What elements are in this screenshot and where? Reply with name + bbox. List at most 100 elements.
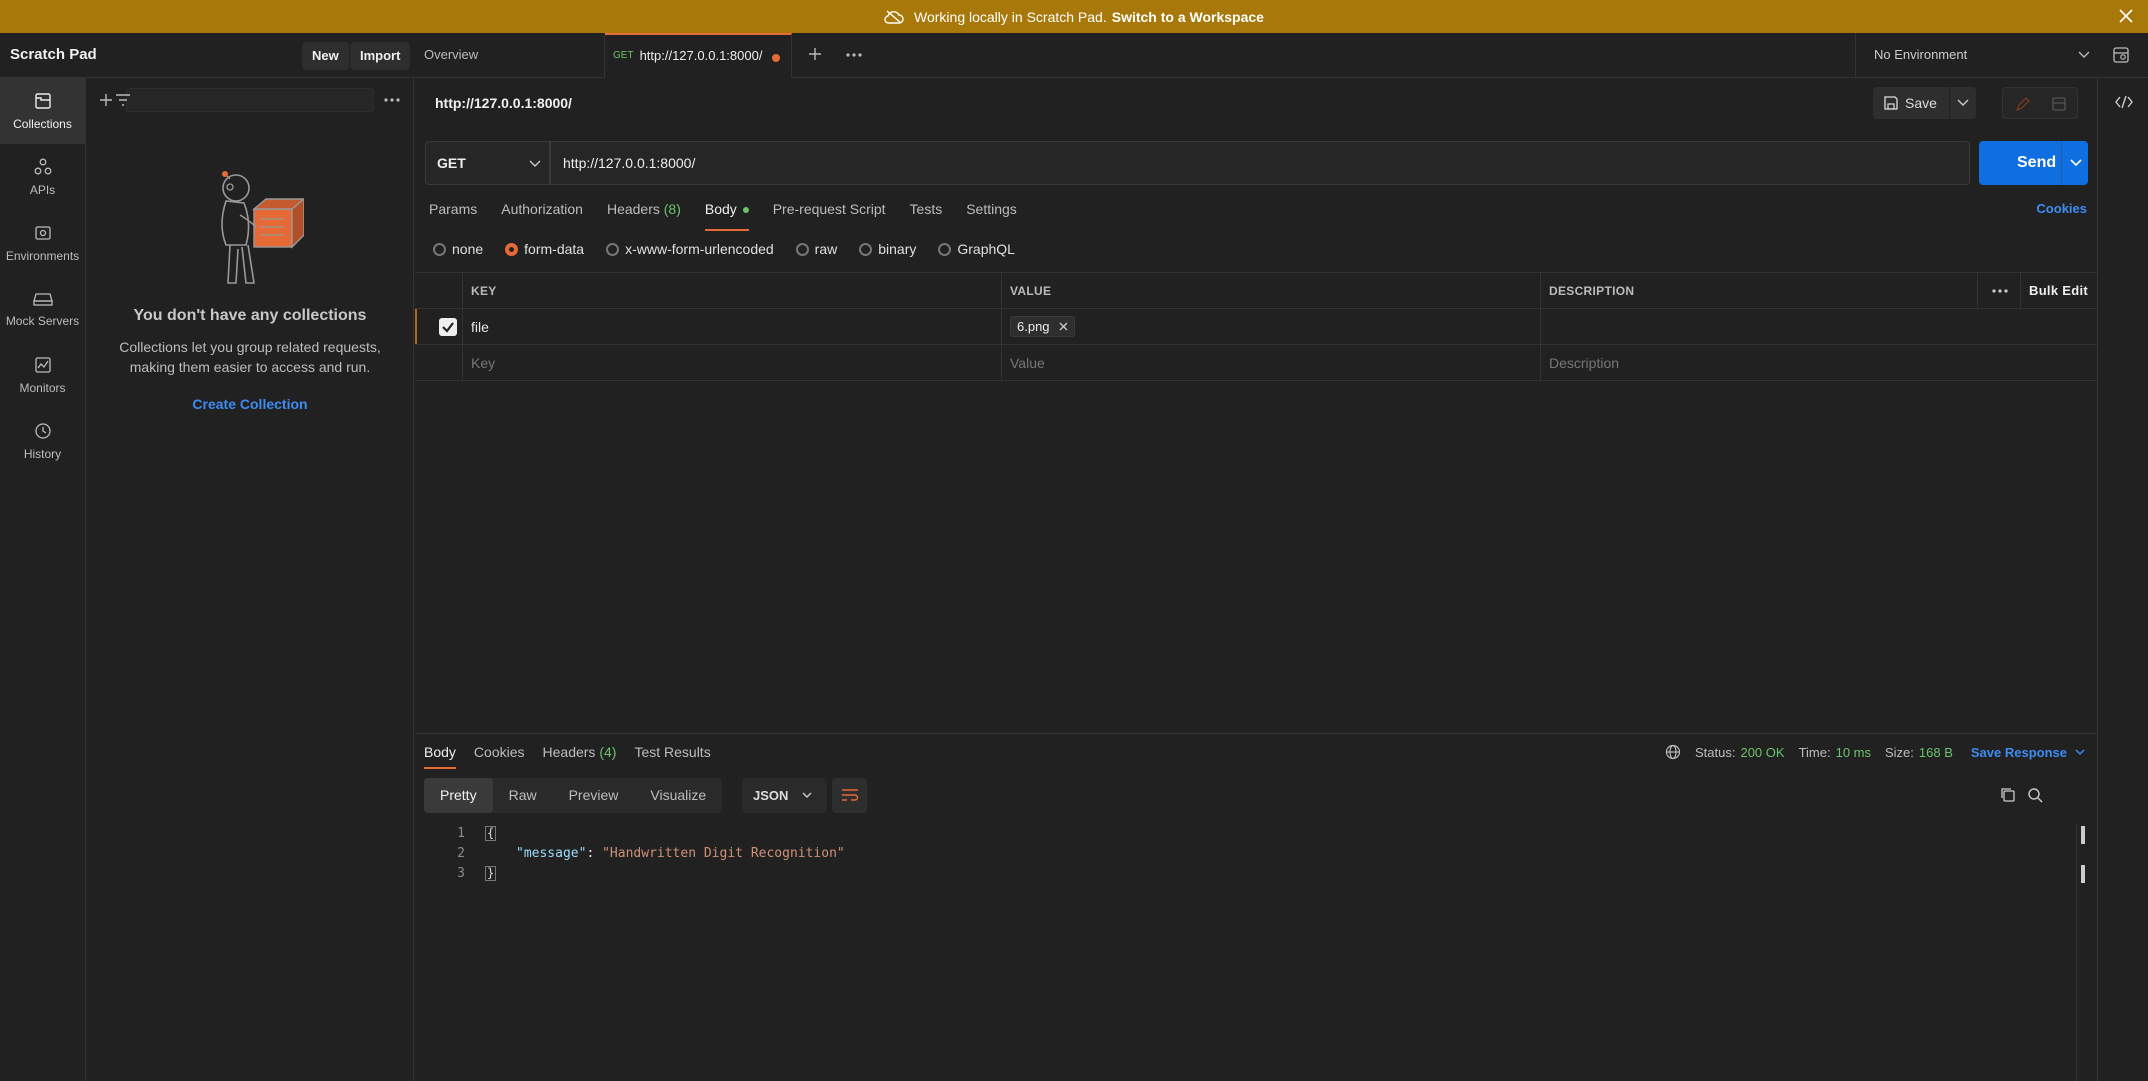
save-icon: [1883, 95, 1899, 111]
chevron-down-icon[interactable]: [2075, 748, 2085, 756]
description-cell[interactable]: [1541, 309, 2097, 344]
description-placeholder[interactable]: Description: [1541, 345, 2097, 380]
sidebar-more-icon[interactable]: [384, 97, 400, 103]
workspace-name: Scratch Pad: [10, 46, 97, 63]
tab-params[interactable]: Params: [429, 201, 477, 231]
url-input[interactable]: http://127.0.0.1:8000/: [550, 141, 1970, 185]
tab-authorization[interactable]: Authorization: [501, 201, 583, 231]
response-tab-cookies[interactable]: Cookies: [474, 744, 525, 769]
collections-search-input[interactable]: [116, 88, 374, 112]
radio-raw[interactable]: raw: [795, 241, 838, 257]
send-button[interactable]: Send: [1979, 141, 2088, 185]
save-button[interactable]: Save: [1873, 87, 1949, 119]
key-placeholder[interactable]: Key: [463, 345, 1002, 380]
radio-none[interactable]: none: [433, 241, 483, 257]
view-mode-raw[interactable]: Raw: [493, 778, 553, 813]
document-icon[interactable]: [2051, 96, 2067, 112]
radio-label: form-data: [524, 241, 585, 257]
radio-circle: [433, 242, 446, 256]
switch-workspace-link[interactable]: Switch to a Workspace: [1112, 9, 1264, 25]
environment-quick-look-icon[interactable]: [2112, 46, 2130, 64]
tab-tests[interactable]: Tests: [910, 201, 943, 231]
radio-binary[interactable]: binary: [859, 241, 916, 257]
rail-item-mock-servers[interactable]: Mock Servers: [0, 276, 85, 342]
method-select[interactable]: GET: [425, 141, 550, 185]
tab-overview[interactable]: Overview: [415, 33, 605, 78]
code-brace: }: [485, 865, 497, 881]
format-label: JSON: [753, 788, 789, 803]
tab-settings[interactable]: Settings: [966, 201, 1017, 231]
bulk-edit-button[interactable]: Bulk Edit: [2021, 273, 2097, 308]
scroll-marker: [2081, 826, 2085, 844]
key-cell[interactable]: file: [463, 309, 1002, 344]
add-collection-icon[interactable]: [98, 92, 114, 108]
save-label: Save: [1905, 95, 1937, 111]
radio-graphql[interactable]: GraphQL: [938, 241, 1015, 257]
radio-form-data[interactable]: form-data: [505, 241, 584, 257]
more-tabs-icon[interactable]: [846, 52, 862, 58]
cookies-link[interactable]: Cookies: [2036, 201, 2087, 216]
tab-label: Headers: [606, 201, 660, 217]
rail-item-apis[interactable]: APIs: [0, 144, 85, 210]
tab-label: http://127.0.0.1:8000/: [639, 48, 763, 63]
save-options-button[interactable]: [1950, 87, 1976, 119]
format-select[interactable]: JSON: [742, 778, 827, 813]
response-divider[interactable]: [415, 733, 2097, 734]
edit-icon[interactable]: [2015, 96, 2031, 112]
rail-item-label: Monitors: [19, 380, 66, 395]
view-mode-preview[interactable]: Preview: [553, 778, 635, 813]
radio-urlencoded[interactable]: x-www-form-urlencoded: [606, 241, 774, 257]
response-body-code[interactable]: 1{ 2 "message": "Handwritten Digit Recogn…: [415, 823, 2075, 883]
tab-pre-request-script[interactable]: Pre-request Script: [773, 201, 886, 231]
code-snippet-icon[interactable]: [2115, 95, 2133, 109]
search-icon[interactable]: [2027, 787, 2043, 803]
radio-label: raw: [814, 241, 838, 257]
time-value[interactable]: 10 ms: [1836, 745, 1871, 760]
import-button[interactable]: Import: [350, 42, 411, 70]
chevron-down-icon: [1957, 99, 1969, 107]
wrap-lines-button[interactable]: [832, 778, 867, 813]
header-checkbox-cell: [415, 273, 463, 308]
request-tabs: Params Authorization Headers (8) Body Pr…: [429, 201, 1041, 231]
view-mode-pretty[interactable]: Pretty: [424, 778, 493, 813]
code-scrollbar[interactable]: [2076, 823, 2097, 1081]
copy-icon[interactable]: [2000, 787, 2016, 803]
table-header-row: KEY VALUE DESCRIPTION Bulk Edit: [415, 273, 2097, 309]
mock-servers-icon: [32, 291, 53, 314]
create-collection-link[interactable]: Create Collection: [86, 396, 414, 412]
plus-icon[interactable]: [807, 46, 823, 62]
empty-collections-illustration: [210, 165, 304, 291]
environment-label: No Environment: [1874, 47, 1968, 62]
environment-select[interactable]: No Environment: [1855, 33, 2105, 78]
table-more-icon[interactable]: [1978, 273, 2021, 308]
tab-request[interactable]: GET http://127.0.0.1:8000/: [605, 33, 792, 78]
rail-item-collections[interactable]: Collections: [0, 78, 85, 144]
request-pane: http://127.0.0.1:8000/ Save GET http://1…: [415, 78, 2097, 1081]
globe-icon[interactable]: [1665, 744, 1681, 760]
tab-headers[interactable]: Headers (8): [607, 201, 681, 231]
rail-item-environments[interactable]: Environments: [0, 210, 85, 276]
response-tab-headers[interactable]: Headers (4): [543, 744, 617, 769]
chevron-down-icon: [2078, 51, 2090, 59]
chevron-down-icon[interactable]: [2070, 159, 2082, 167]
banner-text: Working locally in Scratch Pad.: [914, 8, 1107, 25]
value-placeholder[interactable]: Value: [1002, 345, 1541, 380]
row-checkbox[interactable]: [439, 317, 457, 336]
remove-file-icon[interactable]: [1059, 322, 1068, 331]
status-value[interactable]: 200 OK: [1740, 745, 1784, 760]
size-value[interactable]: 168 B: [1919, 745, 1953, 760]
new-button[interactable]: New: [302, 42, 349, 70]
value-cell[interactable]: 6.png: [1002, 309, 1541, 344]
view-mode-visualize[interactable]: Visualize: [634, 778, 722, 813]
json-value: "Handwritten Digit Recognition": [602, 845, 845, 861]
tab-body[interactable]: Body: [704, 201, 749, 231]
scroll-marker: [2081, 865, 2085, 883]
response-tab-test-results[interactable]: Test Results: [634, 744, 710, 769]
response-tab-body[interactable]: Body: [424, 744, 456, 769]
rail-item-monitors[interactable]: Monitors: [0, 342, 85, 408]
rail-item-history[interactable]: History: [0, 408, 85, 474]
collections-sidebar: You don't have any collections Collectio…: [86, 78, 414, 1081]
filter-icon[interactable]: [115, 93, 131, 107]
save-response-button[interactable]: Save Response: [1971, 745, 2067, 760]
close-icon[interactable]: [2118, 8, 2134, 24]
